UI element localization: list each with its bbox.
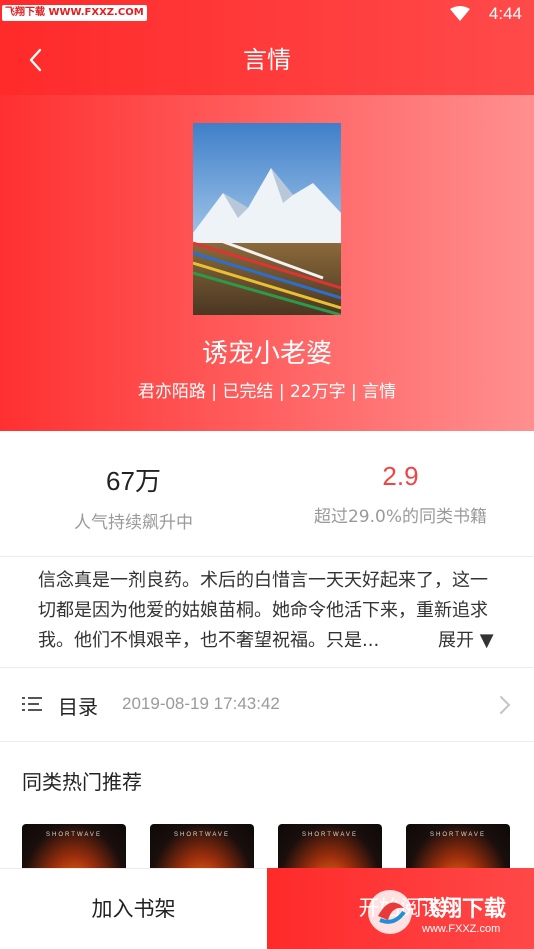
svg-text:飞翔下载: 飞翔下载 bbox=[418, 896, 506, 922]
recommend-list: SHORTWAVE SHORTWAVE SHORTWAVE SHORTWAVE bbox=[0, 824, 534, 884]
popularity-label: 人气持续飙升中 bbox=[74, 513, 193, 533]
watermark-logo: 飞翔下载 WWW.FXXZ.COM bbox=[2, 5, 147, 21]
popularity-value: 67万 bbox=[106, 466, 161, 496]
catalog-updated-time: 2019-08-19 17:43:42 bbox=[122, 694, 280, 713]
popularity-stat: 67万 人气持续飙升中 bbox=[0, 461, 267, 533]
add-to-shelf-button[interactable]: 加入书架 bbox=[0, 868, 267, 949]
book-title: 诱宠小老婆 bbox=[201, 339, 332, 369]
book-synopsis: 信念真是一剂良药。术后的白惜言一天天好起来了，这一切都是因为他爱的姑娘苗桐。她命… bbox=[38, 570, 488, 651]
score-stat: 2.9 超过29.0%的同类书籍 bbox=[267, 461, 534, 527]
svg-text:www.FXXZ.com: www.FXXZ.com bbox=[421, 923, 500, 935]
book-hero: 诱宠小老婆 君亦陌路 | 已完结 | 22万字 | 言情 bbox=[0, 95, 534, 431]
status-time: 4:44 bbox=[488, 4, 522, 23]
score-value: 2.9 bbox=[382, 461, 419, 491]
status-bar: 飞翔下载 WWW.FXXZ.COM 4:44 bbox=[0, 0, 534, 28]
catalog-row[interactable]: 目录 2019-08-19 17:43:42 bbox=[0, 668, 534, 742]
recommend-cover-text: SHORTWAVE bbox=[302, 832, 358, 838]
book-stats: 67万 人气持续飙升中 2.9 超过29.0%的同类书籍 bbox=[0, 431, 534, 557]
recommend-cover-text: SHORTWAVE bbox=[46, 832, 102, 838]
top-bar: 飞翔下载 WWW.FXXZ.COM 4:44 言情 bbox=[0, 0, 534, 95]
book-cover-image bbox=[193, 123, 341, 315]
book-meta: 君亦陌路 | 已完结 | 22万字 | 言情 bbox=[137, 382, 397, 402]
score-label: 超过29.0%的同类书籍 bbox=[313, 507, 487, 527]
expand-button[interactable]: 展开 ▼ bbox=[436, 626, 494, 656]
book-cover[interactable] bbox=[193, 123, 341, 315]
watermark-logo: 飞翔下载 www.FXXZ.com bbox=[368, 890, 506, 935]
page-title: 言情 bbox=[243, 46, 291, 74]
wifi-icon bbox=[450, 6, 470, 21]
chevron-right-icon bbox=[500, 696, 510, 714]
recommend-title: 同类热门推荐 bbox=[22, 770, 142, 794]
catalog-label: 目录 bbox=[58, 695, 98, 719]
recommend-cover-text: SHORTWAVE bbox=[174, 832, 230, 838]
recommend-cover-text: SHORTWAVE bbox=[430, 832, 486, 838]
list-icon bbox=[22, 697, 42, 711]
